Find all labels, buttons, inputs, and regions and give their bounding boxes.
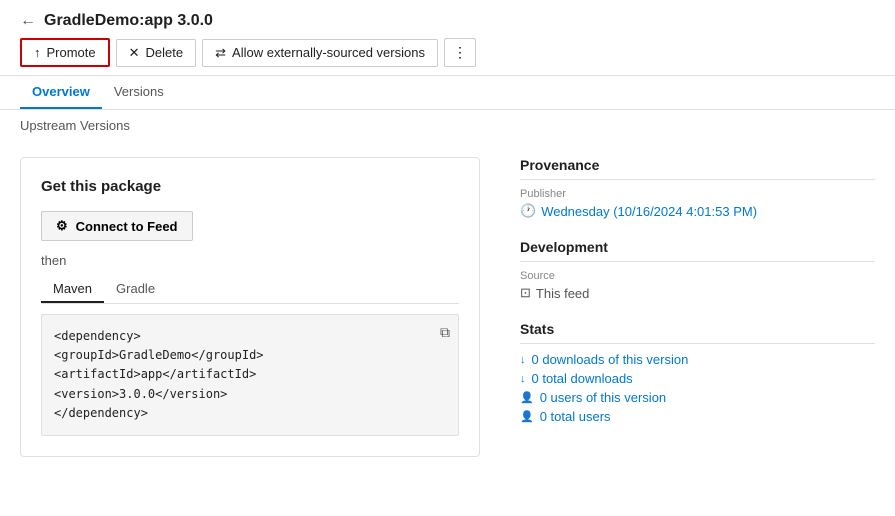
development-section: Development Source ⊡ This feed — [520, 239, 875, 301]
stats-icon: ↓ — [520, 354, 526, 366]
stats-items: ↓0 downloads of this version ↓0 total dow… — [520, 352, 875, 424]
panel-title: Get this package — [41, 178, 459, 195]
stats-section: Stats ↓0 downloads of this version ↓0 tot… — [520, 321, 875, 424]
more-options-button[interactable]: ⋮ — [444, 38, 476, 67]
get-package-panel: Get this package ⚙ Connect to Feed then … — [20, 157, 480, 457]
source-value: ⊡ This feed — [520, 285, 875, 301]
allow-icon: ⇄ — [215, 45, 226, 61]
promote-button[interactable]: ↑ Promote — [20, 38, 110, 67]
connect-to-feed-button[interactable]: ⚙ Connect to Feed — [41, 211, 193, 241]
toolbar: ↑ Promote ✕ Delete ⇄ Allow externally-so… — [0, 38, 895, 76]
stats-title: Stats — [520, 321, 875, 344]
stats-icon: ↓ — [520, 373, 526, 385]
tab-overview[interactable]: Overview — [20, 76, 102, 109]
back-button[interactable]: ← — [20, 12, 36, 30]
development-title: Development — [520, 239, 875, 262]
code-content: <dependency> <groupId>GradleDemo</groupI… — [54, 327, 446, 423]
stats-item: 👤0 users of this version — [520, 390, 875, 405]
stats-icon: 👤 — [520, 391, 534, 404]
page-title: GradleDemo:app 3.0.0 — [44, 12, 213, 30]
stats-item: 👤0 total users — [520, 409, 875, 424]
connect-icon: ⚙ — [56, 218, 68, 234]
code-tabs: Maven Gradle — [41, 276, 459, 304]
then-label: then — [41, 253, 459, 268]
promote-icon: ↑ — [34, 45, 41, 60]
source-label: Source — [520, 270, 875, 282]
tab-versions[interactable]: Versions — [102, 76, 176, 109]
copy-icon[interactable]: ⧉ — [440, 323, 450, 345]
delete-icon: ✕ — [129, 45, 140, 61]
stats-icon: 👤 — [520, 410, 534, 423]
delete-button[interactable]: ✕ Delete — [116, 39, 196, 67]
feed-icon: ⊡ — [520, 285, 531, 301]
tabs-row: Overview Versions — [0, 76, 895, 110]
content-area: Get this package ⚙ Connect to Feed then … — [0, 141, 895, 473]
provenance-section: Provenance Publisher 🕐 Wednesday (10/16/… — [520, 157, 875, 219]
publisher-label: Publisher — [520, 188, 875, 200]
code-block: ⧉ <dependency> <groupId>GradleDemo</grou… — [41, 314, 459, 436]
tab-maven[interactable]: Maven — [41, 276, 104, 303]
breadcrumb: Upstream Versions — [0, 110, 895, 141]
stats-item: ↓0 downloads of this version — [520, 352, 875, 367]
tab-gradle[interactable]: Gradle — [104, 276, 167, 303]
provenance-title: Provenance — [520, 157, 875, 180]
publisher-value: 🕐 Wednesday (10/16/2024 4:01:53 PM) — [520, 203, 875, 219]
header: ← GradleDemo:app 3.0.0 — [0, 0, 895, 38]
stats-item: ↓0 total downloads — [520, 371, 875, 386]
allow-externally-button[interactable]: ⇄ Allow externally-sourced versions — [202, 39, 438, 67]
clock-icon: 🕐 — [520, 203, 536, 219]
right-panel: Provenance Publisher 🕐 Wednesday (10/16/… — [520, 157, 875, 457]
